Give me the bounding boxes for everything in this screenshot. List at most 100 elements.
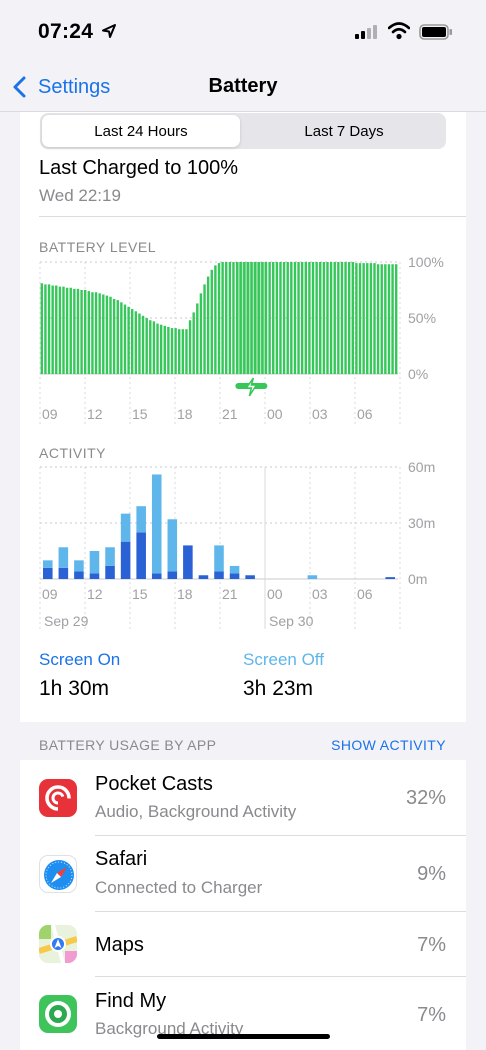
battery-bar bbox=[51, 285, 54, 374]
battery-bar bbox=[105, 295, 109, 374]
battery-bar bbox=[243, 262, 246, 374]
battery-bar bbox=[167, 326, 170, 374]
app-usage-list: Pocket Casts Audio, Background Activity … bbox=[20, 760, 466, 1050]
battery-bar bbox=[156, 323, 159, 374]
battery-bar bbox=[87, 291, 91, 374]
app-subtitle: Audio, Background Activity bbox=[95, 802, 297, 821]
app-row-safari[interactable]: Safari Connected to Charger 9% bbox=[20, 836, 466, 912]
battery-bar bbox=[102, 294, 105, 374]
x-tick-label: 15 bbox=[132, 406, 148, 422]
battery-bar bbox=[297, 262, 300, 374]
battery-bar bbox=[391, 264, 394, 374]
battery-bar bbox=[257, 262, 260, 374]
lightning-icon bbox=[244, 377, 258, 397]
battery-bar bbox=[138, 313, 141, 374]
app-row-pocket-casts[interactable]: Pocket Casts Audio, Background Activity … bbox=[20, 760, 466, 836]
battery-bar bbox=[40, 283, 44, 374]
app-row-maps[interactable]: Maps 7% bbox=[20, 912, 466, 977]
battery-bar bbox=[329, 262, 333, 374]
screen-on-bar bbox=[167, 571, 178, 579]
x-tick-label: 12 bbox=[87, 406, 103, 422]
battery-bar bbox=[358, 263, 362, 374]
battery-bar bbox=[76, 288, 80, 374]
safari-icon bbox=[39, 855, 77, 893]
battery-bar bbox=[214, 265, 217, 374]
battery-overview-card: Last 24 Hours Last 7 Days Last Charged t… bbox=[20, 112, 466, 722]
battery-bar bbox=[152, 321, 156, 374]
battery-bar bbox=[326, 262, 329, 374]
screen-on-bar bbox=[105, 565, 115, 579]
battery-bar bbox=[293, 262, 297, 374]
battery-bar bbox=[69, 287, 72, 374]
battery-bar bbox=[311, 262, 315, 374]
battery-bar bbox=[206, 276, 210, 374]
tab-last-7-days[interactable]: Last 7 Days bbox=[244, 115, 444, 147]
screen-off-value: 3h 23m bbox=[243, 677, 314, 700]
cellular-signal-icon bbox=[355, 25, 377, 39]
last-charged-title: Last Charged to 100% bbox=[39, 157, 239, 179]
app-percent: 32% bbox=[405, 787, 446, 809]
battery-bar bbox=[272, 262, 275, 374]
battery-bar bbox=[253, 262, 257, 374]
app-percent: 7% bbox=[417, 934, 446, 956]
screen-on-bar bbox=[229, 573, 240, 579]
battery-level-chart[interactable]: 100% 50% 0% 09 12 15 18 21 00 03 06 bbox=[20, 252, 466, 442]
battery-bar bbox=[112, 298, 116, 374]
battery-bar bbox=[65, 287, 69, 374]
battery-bar bbox=[275, 262, 279, 374]
screen-off-bar bbox=[89, 551, 100, 574]
battery-bar bbox=[116, 300, 119, 374]
battery-usage-header: BATTERY USAGE BY APP bbox=[39, 737, 217, 753]
battery-bar bbox=[127, 306, 130, 374]
x-tick-label: 12 bbox=[87, 586, 103, 602]
battery-bar bbox=[55, 285, 58, 374]
screen-off-bar bbox=[105, 547, 115, 566]
x-tick-label: 00 bbox=[267, 586, 283, 602]
battery-bar bbox=[376, 264, 380, 374]
battery-bar bbox=[250, 262, 253, 374]
battery-bar bbox=[261, 262, 264, 374]
battery-bar bbox=[134, 311, 138, 374]
battery-bar bbox=[268, 262, 271, 374]
date-label: Sep 29 bbox=[44, 613, 89, 629]
app-subtitle: Connected to Charger bbox=[95, 878, 263, 897]
x-tick-label: 06 bbox=[357, 406, 373, 422]
app-row-find-my[interactable]: Find My Background Activity 7% bbox=[20, 977, 466, 1050]
battery-bar bbox=[203, 284, 206, 374]
battery-bar bbox=[333, 262, 336, 374]
last-charged-time: Wed 22:19 bbox=[39, 186, 121, 205]
x-tick-label: 21 bbox=[222, 406, 238, 422]
battery-bar bbox=[199, 293, 203, 374]
battery-bar bbox=[308, 262, 311, 374]
time-range-segmented-control: Last 24 Hours Last 7 Days bbox=[40, 113, 446, 149]
battery-bar bbox=[264, 262, 268, 374]
screen-on-bar bbox=[214, 571, 224, 579]
battery-bar bbox=[109, 296, 112, 374]
battery-bar bbox=[337, 262, 340, 374]
screen-on-label: Screen On bbox=[39, 650, 121, 669]
battery-bar bbox=[188, 320, 192, 374]
screen-on-bar bbox=[245, 575, 255, 579]
activity-chart[interactable]: 60m 30m 0m 09 12 15 18 21 00 03 06 Sep 29 Sep 30 bbox=[20, 457, 466, 637]
battery-bar bbox=[98, 293, 101, 374]
battery-bar bbox=[159, 324, 163, 374]
battery-status-icon bbox=[419, 24, 452, 40]
screen-off-bar bbox=[167, 519, 178, 572]
battery-bar bbox=[163, 325, 166, 374]
screen-on-bar bbox=[120, 541, 131, 579]
screen-on-bar bbox=[198, 575, 209, 579]
show-activity-button[interactable]: SHOW ACTIVITY bbox=[331, 737, 446, 753]
y-tick-label: 0m bbox=[408, 571, 427, 587]
battery-bar bbox=[232, 262, 235, 374]
battery-bar bbox=[319, 262, 322, 374]
battery-bar bbox=[362, 263, 365, 374]
battery-bar bbox=[185, 329, 188, 374]
battery-bar bbox=[239, 262, 242, 374]
battery-bar bbox=[344, 262, 347, 374]
x-tick-label: 18 bbox=[177, 586, 193, 602]
battery-bar bbox=[369, 263, 373, 374]
battery-bar bbox=[178, 329, 181, 374]
page-title: Battery bbox=[208, 75, 278, 97]
tab-last-24-hours[interactable]: Last 24 Hours bbox=[42, 115, 240, 147]
battery-bar bbox=[387, 264, 391, 374]
